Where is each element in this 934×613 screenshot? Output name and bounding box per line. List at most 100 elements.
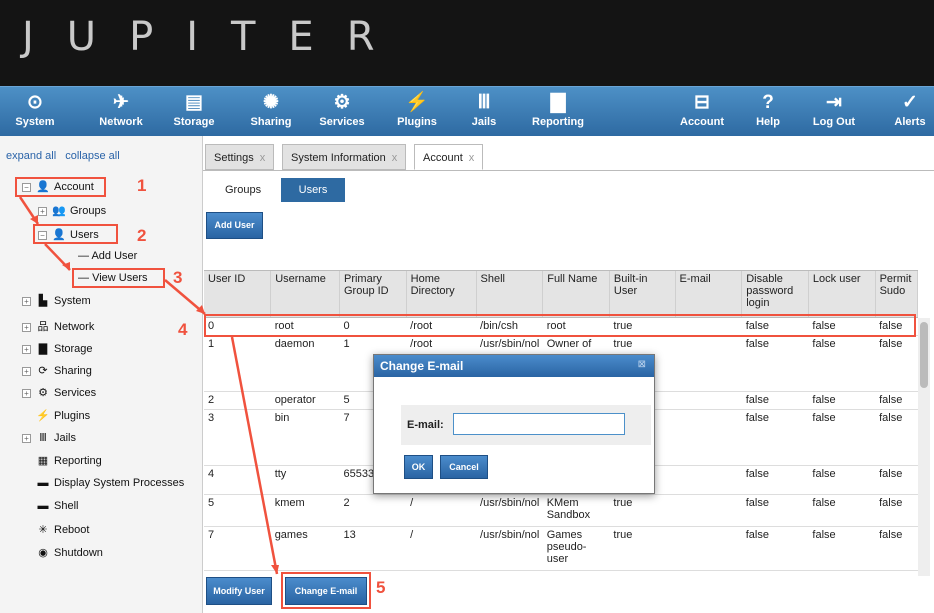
table-cell: KMem Sandbox [542,494,610,527]
table-cell: /usr/sbin/nol [476,526,543,571]
add-user-button[interactable]: Add User [206,212,263,239]
column-header[interactable]: Primary Group ID [339,271,407,318]
tab-account[interactable]: Account x [414,144,484,170]
email-field[interactable] [453,413,625,435]
table-cell: 5 [204,494,271,527]
ok-button[interactable]: OK [404,455,433,479]
expand-icon[interactable]: + [38,206,47,216]
tree-item-add-user[interactable]: — Add User [78,250,137,262]
tab-settings[interactable]: Settings x [205,144,275,170]
toolbar-reporting[interactable]: ▇ Reporting [526,90,590,128]
collapse-all-link[interactable]: collapse all [65,150,119,162]
toolbar-network[interactable]: ✈ Network [92,90,150,128]
toolbar-account[interactable]: ⊟ Account [676,90,728,128]
table-cell: 7 [204,526,271,571]
expand-icon[interactable]: + [22,344,31,354]
tree-item-sharing[interactable]: + ⟳ Sharing [22,364,92,377]
tree-item-groups[interactable]: + 👥 Groups [38,204,106,217]
column-header[interactable]: Full Name [542,271,610,318]
tree-item-storage[interactable]: + ▇ Storage [22,342,93,355]
table-cell: kmem [270,494,340,527]
tree-item-system[interactable]: + ▙ System [22,294,91,307]
tree-item-view-users[interactable]: — View Users [78,272,148,284]
column-header[interactable]: Shell [476,271,544,318]
tab-system-information[interactable]: System Information x [282,144,407,170]
tree-item-reporting[interactable]: ▦ Reporting [35,454,102,467]
tree-item-services[interactable]: + ⚙ Services [22,386,96,399]
jails-tree-icon: Ⅲ [39,432,47,444]
table-row[interactable]: 0 root 0/root/bin/csh root true false false fal… [204,317,918,336]
tree-item-reboot[interactable]: ✳ Reboot [35,523,89,536]
modify-user-button[interactable]: Modify User [206,577,272,605]
help-icon: ? [762,92,774,113]
terminal-icon: ▬ [37,477,49,489]
table-cell [675,335,742,392]
table-cell: 3 [204,409,271,466]
tree-item-shutdown[interactable]: ◉ Shutdown [35,546,103,559]
tree-item-network[interactable]: + 品 Network [22,318,94,334]
close-tab-icon[interactable]: x [392,152,398,164]
table-cell: / [406,526,477,571]
tree-item-shell[interactable]: ▬ Shell [35,500,79,512]
toolbar-plugins[interactable]: ⚡ Plugins [392,90,442,128]
toolbar-sharing[interactable]: ✺ Sharing [246,90,296,128]
table-row[interactable]: 7 games 13//usr/sbin/nol Games pseudo-user t… [204,526,918,571]
change-email-button[interactable]: Change E-mail [285,577,367,605]
user-icon: 👤 [52,229,66,241]
account-icon: ⊟ [694,92,710,113]
scrollbar-thumb[interactable] [920,322,928,388]
table-cell: 13 [339,526,407,571]
expand-all-link[interactable]: expand all [6,150,56,162]
dialog-title: Change E-mail [374,355,654,377]
close-tab-icon[interactable]: x [469,152,475,164]
column-header[interactable]: Lock user [808,271,876,318]
column-header[interactable]: User ID [204,271,272,318]
column-header[interactable]: Username [270,271,340,318]
table-cell: false [875,494,918,527]
table-cell: false [741,494,809,527]
plugins-icon: ⚡ [405,92,429,113]
table-cell: false [808,526,876,571]
expand-icon[interactable]: + [22,388,31,398]
tree-item-jails[interactable]: + Ⅲ Jails [22,431,76,444]
table-cell: 0 [204,317,271,336]
expand-icon[interactable]: + [22,433,31,443]
subtab-groups[interactable]: Groups [213,178,273,202]
column-header[interactable]: Permit Sudo [875,271,918,318]
toolbar-help[interactable]: ? Help [750,90,786,128]
column-header[interactable]: E-mail [675,271,743,318]
collapse-icon[interactable]: − [38,230,47,240]
toolbar-services[interactable]: ⚙ Services [314,90,370,128]
table-cell: true [609,526,676,571]
toolbar-system[interactable]: ⊙ System [12,90,58,128]
column-header[interactable]: Built-in User [609,271,676,318]
close-tab-icon[interactable]: x [260,152,266,164]
table-cell: games [270,526,340,571]
table-cell: 2 [204,391,271,410]
table-row[interactable]: 5 kmem 2//usr/sbin/nol KMem Sandbox true fals… [204,494,918,527]
tree-item-processes[interactable]: ▬ Display System Processes [35,477,185,489]
expand-icon[interactable]: + [22,366,31,376]
grid-scrollbar[interactable] [918,318,930,576]
toolbar-logout[interactable]: ⇥ Log Out [808,90,860,128]
system-chart-icon: ▙ [38,295,48,307]
cancel-button[interactable]: Cancel [440,455,488,479]
table-cell: operator [270,391,340,410]
expand-icon[interactable]: + [22,322,31,332]
tree-item-account[interactable]: − 👤 Account [22,180,94,193]
column-header[interactable]: Disable password login [741,271,809,318]
table-cell: 0 [339,317,407,336]
column-header[interactable]: Home Directory [406,271,477,318]
network-tree-icon: 品 [37,321,49,333]
brand-logo: JUPITER [22,14,408,60]
expand-icon[interactable]: + [22,296,31,306]
tree-item-plugins[interactable]: ⚡ Plugins [35,409,90,422]
table-cell: false [741,526,809,571]
toolbar-alerts[interactable]: ✓ Alerts [890,90,930,128]
collapse-icon[interactable]: − [22,182,31,192]
close-icon[interactable]: ⊠ [638,359,646,370]
tree-item-users[interactable]: − 👤 Users [38,228,99,241]
toolbar-storage[interactable]: ▤ Storage [168,90,220,128]
subtab-users[interactable]: Users [281,178,345,202]
toolbar-jails[interactable]: Ⅲ Jails [464,90,504,128]
